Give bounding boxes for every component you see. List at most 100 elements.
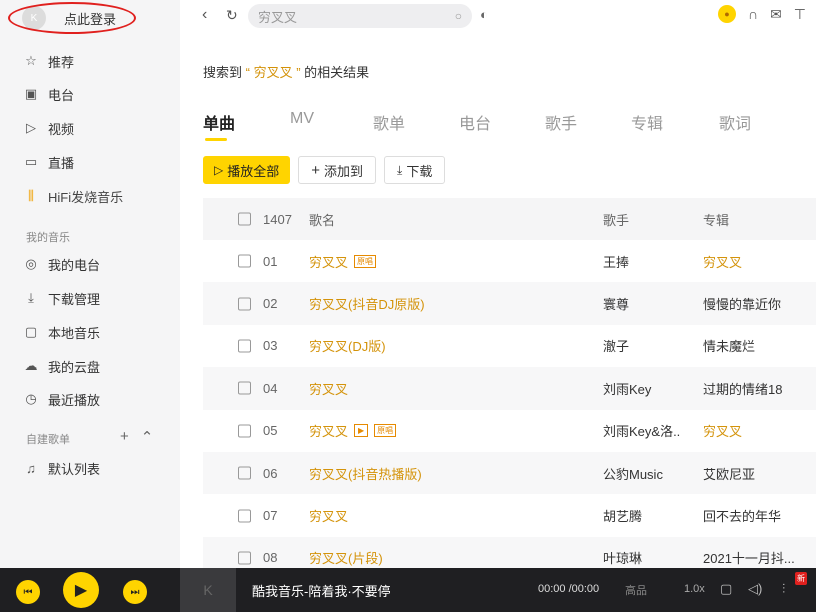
sidebar-item-my-radio[interactable]: ◎ 我的电台 [22, 254, 100, 274]
collapse-icon[interactable]: ⌃ [141, 428, 154, 446]
song-album[interactable]: 穷叉叉 [703, 410, 742, 452]
mv-icon[interactable]: ▶ [354, 424, 369, 438]
song-title[interactable]: 穷叉叉 ▶ 原唱 [309, 410, 397, 452]
quality-selector[interactable]: 高品 [625, 582, 647, 598]
song-title-text[interactable]: 穷叉叉 [309, 421, 348, 440]
add-to-button[interactable]: + 添加到 [298, 156, 377, 184]
mail-icon[interactable]: ✉ [770, 6, 782, 23]
voice-search-icon[interactable]: ◐ [480, 7, 488, 22]
table-row[interactable]: 07 穷叉叉 胡艺腾 回不去的年华 [203, 494, 816, 537]
tab-albums[interactable]: 专辑 [631, 110, 663, 134]
table-row[interactable]: 06 穷叉叉(抖音热播版) 公豹Music 艾欧尼亚 [203, 451, 816, 495]
equalizer-icon[interactable]: ⫶ [782, 581, 785, 597]
table-row[interactable]: 04 穷叉叉 刘雨Key 过期的情绪18 [203, 367, 816, 410]
play-button[interactable]: ▶ [63, 572, 99, 608]
song-album[interactable]: 穷叉叉 [703, 240, 742, 282]
top-right-toolbar: ● ∩ ✉ ⊤ [718, 5, 806, 23]
next-button[interactable]: ⏭ [123, 580, 147, 604]
row-checkbox[interactable] [238, 424, 251, 438]
song-title[interactable]: 穷叉叉(抖音热播版) [309, 452, 422, 494]
song-album[interactable]: 情未魔烂 [703, 325, 755, 367]
sidebar-item-default-list[interactable]: ♫ 默认列表 [22, 458, 100, 478]
row-checkbox[interactable] [238, 297, 251, 311]
song-title-text[interactable]: 穷叉叉(DJ版) [309, 336, 386, 355]
sidebar-item-cloud[interactable]: ☁ 我的云盘 [22, 356, 101, 376]
song-title-text[interactable]: 穷叉叉(抖音DJ原版) [309, 294, 425, 313]
song-title[interactable]: 穷叉叉 [309, 494, 348, 536]
song-artist[interactable]: 胡艺腾 [603, 494, 642, 536]
play-all-button[interactable]: ▷ 播放全部 [203, 156, 291, 184]
song-title-text[interactable]: 穷叉叉 [309, 252, 348, 271]
song-album[interactable]: 慢慢的靠近你 [703, 282, 781, 324]
refresh-icon[interactable]: ↻ [226, 7, 238, 24]
row-checkbox[interactable] [238, 254, 251, 268]
lyrics-icon[interactable]: ▢ [720, 581, 732, 597]
row-checkbox[interactable] [238, 509, 251, 523]
row-checkbox[interactable] [238, 466, 251, 480]
login-label: 点此登录 [64, 11, 117, 27]
song-album[interactable]: 回不去的年华 [703, 494, 781, 536]
row-checkbox[interactable] [238, 551, 251, 565]
row-number: 07 [263, 508, 278, 524]
headphones-icon[interactable]: ∩ [748, 6, 758, 22]
song-title-text[interactable]: 穷叉叉 [309, 506, 348, 525]
speed-selector[interactable]: 1.0x [684, 583, 705, 595]
vip-icon[interactable]: ● [718, 5, 736, 23]
row-checkbox[interactable] [238, 381, 251, 395]
volume-icon[interactable]: ◁) [748, 581, 762, 597]
song-title-text[interactable]: 穷叉叉 [309, 379, 348, 398]
table-row[interactable]: 01 穷叉叉 原唱 王捧 穷叉叉 [203, 240, 816, 283]
song-title[interactable]: 穷叉叉(DJ版) [309, 325, 386, 367]
previous-button[interactable]: ⏮ [16, 580, 40, 604]
song-album[interactable]: 过期的情绪18 [703, 367, 782, 409]
table-row[interactable]: 05 穷叉叉 ▶ 原唱 刘雨Key&洛.. 穷叉叉 [203, 409, 816, 452]
sidebar-item-video[interactable]: ▷ 视频 [22, 118, 74, 138]
song-title-text[interactable]: 穷叉叉(片段) [309, 548, 383, 567]
sidebar-item-radio[interactable]: ▣ 电台 [22, 84, 74, 104]
table-row[interactable]: 02 穷叉叉(抖音DJ原版) 寰尊 慢慢的靠近你 [203, 282, 816, 325]
tab-songs[interactable]: 单曲 [203, 110, 235, 134]
row-checkbox[interactable] [238, 339, 251, 353]
tab-playlists[interactable]: 歌单 [373, 110, 405, 134]
sidebar-item-local-music[interactable]: ▢ 本地音乐 [22, 322, 100, 342]
song-album[interactable]: 艾欧尼亚 [703, 452, 755, 494]
sidebar-item-downloads[interactable]: ⤓ 下载管理 [22, 288, 100, 308]
add-playlist-icon[interactable]: + [120, 428, 129, 446]
back-icon[interactable]: ‹ [202, 6, 207, 24]
sidebar-item-hifi[interactable]: ⫼ HiFi发烧音乐 [22, 186, 123, 206]
login-button[interactable]: K 点此登录 [8, 2, 136, 34]
download-button[interactable]: ⤓ 下载 [384, 156, 446, 184]
sidebar-item-live[interactable]: ▭ 直播 [22, 152, 74, 172]
original-tag: 原唱 [354, 254, 377, 268]
song-artist[interactable]: 寰尊 [603, 282, 629, 324]
song-artist[interactable]: 澈子 [603, 325, 629, 367]
song-title[interactable]: 穷叉叉 [309, 367, 348, 409]
shirt-icon[interactable]: ⊤ [794, 6, 806, 23]
sidebar-item-history[interactable]: ◷ 最近播放 [22, 389, 100, 409]
select-all-checkbox[interactable] [238, 212, 251, 226]
new-badge: 新 [795, 572, 807, 585]
song-title[interactable]: 穷叉叉(抖音DJ原版) [309, 282, 425, 324]
song-artist[interactable]: 公豹Music [603, 452, 663, 494]
tab-radio[interactable]: 电台 [459, 110, 491, 134]
song-title[interactable]: 穷叉叉 原唱 [309, 240, 377, 282]
album-cover[interactable]: K [180, 568, 236, 612]
tab-mv[interactable]: MV [290, 110, 314, 128]
plus-icon: + [311, 161, 321, 179]
tab-lyrics[interactable]: 歌词 [719, 110, 751, 134]
song-artist[interactable]: 刘雨Key [603, 367, 651, 409]
hifi-icon: ⫼ [28, 188, 34, 203]
song-artist[interactable]: 王捧 [603, 240, 629, 282]
sidebar-item-recommend[interactable]: ☆ 推荐 [22, 51, 74, 71]
song-table: 1407 歌名 歌手 专辑 01 穷叉叉 原唱 王捧 穷叉叉 02 穷叉叉(抖音DJ原版) 寰… [203, 198, 816, 580]
table-row[interactable]: 03 穷叉叉(DJ版) 澈子 情未魔烂 [203, 324, 816, 368]
now-playing-title: 酷我音乐-陪着我·不要停 [252, 584, 391, 599]
search-input[interactable] [258, 8, 438, 24]
table-header: 1407 歌名 歌手 专辑 [203, 198, 816, 240]
sidebar-item-label: 推荐 [48, 54, 75, 70]
song-artist[interactable]: 刘雨Key&洛.. [603, 410, 680, 452]
tab-artists[interactable]: 歌手 [545, 110, 577, 134]
search-icon[interactable]: ○ [455, 9, 462, 23]
song-title-text[interactable]: 穷叉叉(抖音热播版) [309, 464, 422, 483]
cloud-icon: ☁ [24, 358, 38, 373]
